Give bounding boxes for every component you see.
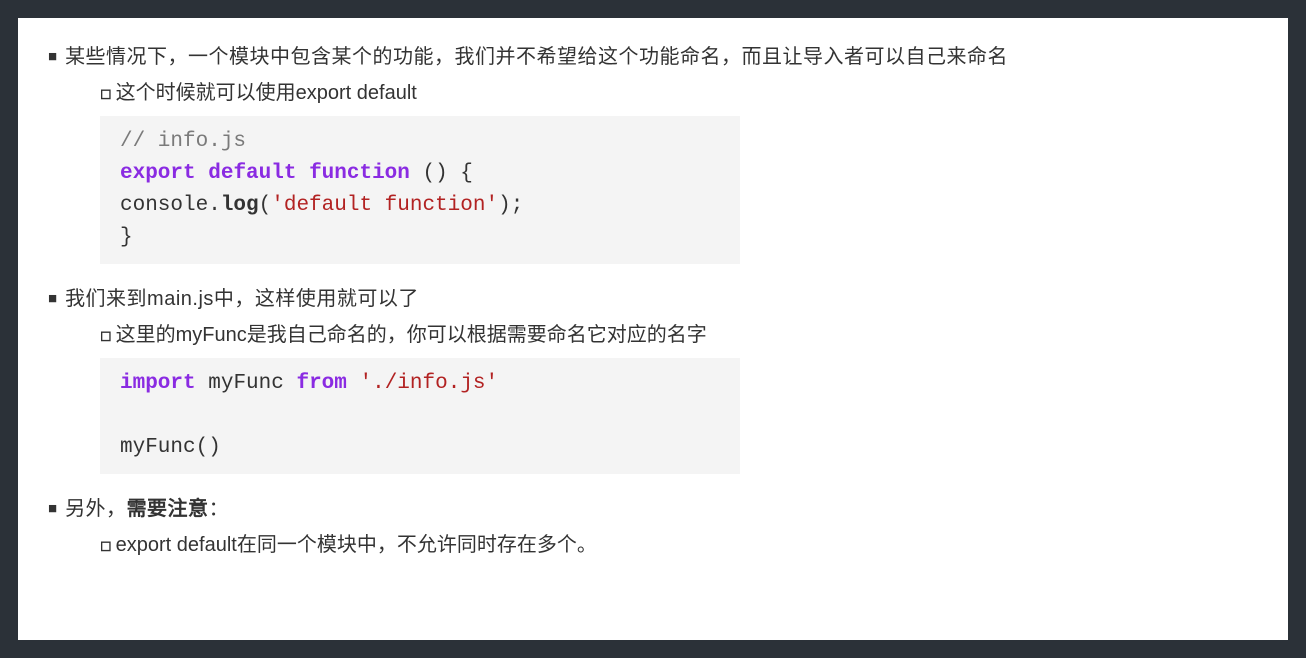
code-string-path: './info.js' [360,372,499,395]
keyword-function: function [309,162,410,185]
item3-sub-text: export default在同一个模块中，不允许同时存在多个。 [116,530,597,560]
code-brace-close: } [120,226,133,249]
keyword-import: import [120,372,196,395]
code-string: 'default function' [271,194,498,217]
item2-text: 我们来到main.js中，这样使用就可以了 [65,284,419,314]
code-block-1: // info.js export default function () { … [100,116,740,264]
hollow-square-bullet-icon: ◻ [100,78,112,108]
square-bullet-icon: ■ [48,284,57,314]
code-call: myFunc [120,436,196,459]
code-close-paren: ); [498,194,523,217]
code-call-paren: () [196,436,221,459]
item3-text: 另外，需要注意： [65,494,229,524]
item3-t1: 另外， [65,498,127,520]
keyword-default: default [208,162,296,185]
square-bullet-icon: ■ [48,494,57,524]
item1-text: 某些情况下，一个模块中包含某个的功能，我们并不希望给这个功能命名，而且让导入者可… [65,42,1008,72]
item2-sub-text: 这里的myFunc是我自己命名的，你可以根据需要命名它对应的名字 [116,320,707,350]
item3-t3: ： [209,498,230,520]
bullet-item-3: ■ 另外，需要注意： [48,494,1258,524]
code-comment: // info.js [120,130,246,153]
keyword-export: export [120,162,196,185]
item1-sub-text: 这个时候就可以使用export default [116,78,417,108]
item3-t2: 需要注意 [127,498,209,520]
code-block-2: import myFunc from './info.js' myFunc() [100,358,740,474]
keyword-from: from [296,372,346,395]
square-bullet-icon: ■ [48,42,57,72]
code-paren: () { [423,162,473,185]
bullet-item-2: ■ 我们来到main.js中，这样使用就可以了 [48,284,1258,314]
sub-bullet-3: ◻ export default在同一个模块中，不允许同时存在多个。 [100,530,1258,560]
hollow-square-bullet-icon: ◻ [100,530,112,560]
code-open-paren: ( [259,194,272,217]
bullet-item-1: ■ 某些情况下，一个模块中包含某个的功能，我们并不希望给这个功能命名，而且让导入… [48,42,1258,72]
sub-bullet-1: ◻ 这个时候就可以使用export default [100,78,1258,108]
code-console: console. [120,194,221,217]
hollow-square-bullet-icon: ◻ [100,320,112,350]
code-log: log [221,194,259,217]
code-myfunc: myFunc [208,372,284,395]
sub-bullet-2: ◻ 这里的myFunc是我自己命名的，你可以根据需要命名它对应的名字 [100,320,1258,350]
document-container: ■ 某些情况下，一个模块中包含某个的功能，我们并不希望给这个功能命名，而且让导入… [18,18,1288,640]
